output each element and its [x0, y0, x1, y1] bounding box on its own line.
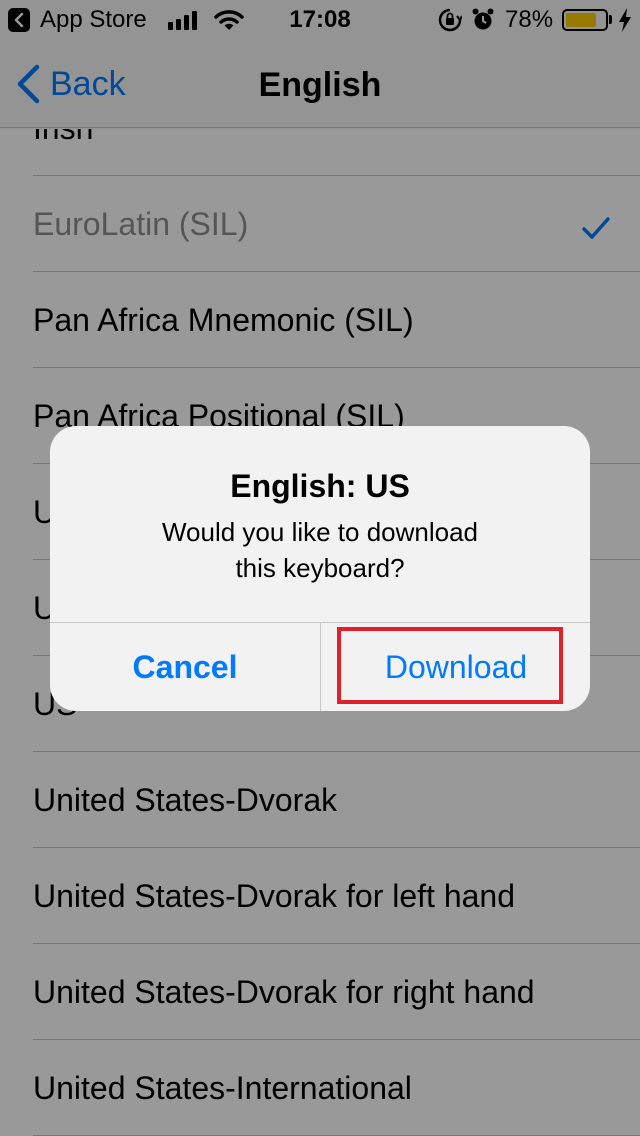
alert-message: Would you like to download this keyboard… [161, 517, 479, 583]
download-highlight-box [337, 627, 563, 704]
alert-title: English: US [230, 468, 410, 504]
cancel-button[interactable]: Cancel [50, 623, 320, 711]
